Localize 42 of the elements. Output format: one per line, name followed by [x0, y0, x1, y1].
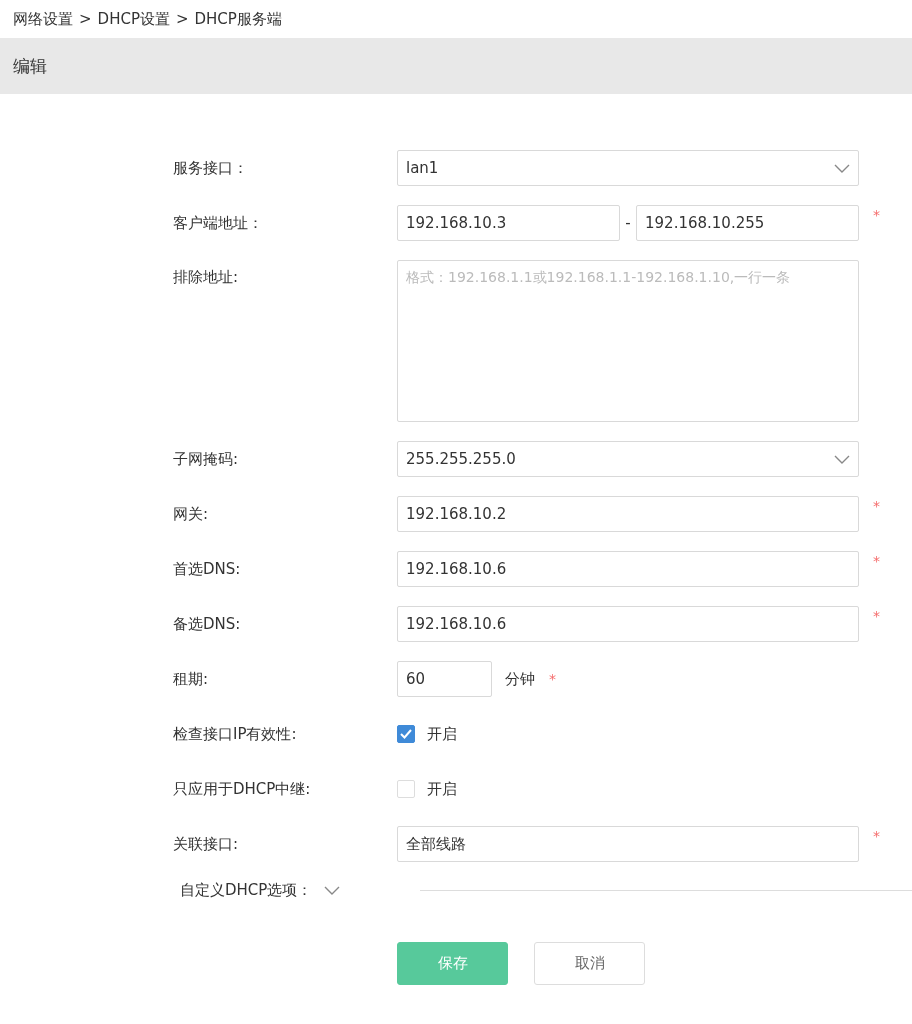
select-field[interactable]: lan1 — [397, 150, 859, 186]
input-field[interactable]: 192.168.10.255 — [636, 205, 859, 241]
select-field[interactable]: 255.255.255.0 — [397, 441, 859, 477]
page-title: 编辑 — [13, 54, 47, 78]
section-toggle-label[interactable]: 自定义DHCP选项： — [180, 880, 313, 900]
breadcrumb-item[interactable]: 网络设置 — [13, 9, 73, 29]
required-mark: * — [873, 828, 880, 844]
input-field[interactable]: 192.168.10.6 — [397, 606, 859, 642]
input-field[interactable]: 192.168.10.3 — [397, 205, 620, 241]
chevron-down-icon — [834, 163, 850, 173]
field-label: 排除地址: — [173, 268, 240, 287]
field-label: 网关: — [173, 504, 210, 524]
input-field[interactable]: 60 — [397, 661, 492, 697]
required-mark: * — [873, 608, 880, 624]
field-label: 服务接口： — [173, 158, 249, 178]
checkbox-label: 开启 — [427, 779, 457, 799]
required-mark: * — [873, 553, 880, 569]
cancel-button[interactable]: 取消 — [534, 942, 645, 985]
input-field[interactable]: 全部线路 — [397, 826, 859, 862]
input-field[interactable]: 192.168.10.6 — [397, 551, 859, 587]
checkbox-label: 开启 — [427, 724, 457, 744]
checkbox[interactable] — [397, 725, 415, 743]
field-label: 备选DNS: — [173, 614, 242, 634]
required-mark: * — [549, 671, 556, 687]
field-label: 子网掩码: — [173, 449, 240, 469]
field-label: 只应用于DHCP中继: — [173, 779, 312, 799]
breadcrumb-separator: > — [79, 10, 92, 28]
unit-label: 分钟 — [505, 669, 535, 689]
field-label: 首选DNS: — [173, 559, 242, 579]
field-label: 检查接口IP有效性: — [173, 724, 298, 744]
field-label: 客户端地址： — [173, 213, 264, 233]
breadcrumb-item: DHCP服务端 — [194, 9, 282, 29]
field-label: 关联接口: — [173, 834, 240, 854]
field-label: 租期: — [173, 669, 210, 689]
required-mark: * — [873, 498, 880, 514]
chevron-down-icon — [324, 885, 341, 895]
breadcrumb-item[interactable]: DHCP设置 — [97, 9, 170, 29]
breadcrumb-separator: > — [175, 10, 189, 28]
required-mark: * — [873, 207, 880, 223]
range-separator: - — [624, 214, 632, 232]
chevron-down-icon — [834, 454, 850, 464]
input-field[interactable]: 192.168.10.2 — [397, 496, 859, 532]
